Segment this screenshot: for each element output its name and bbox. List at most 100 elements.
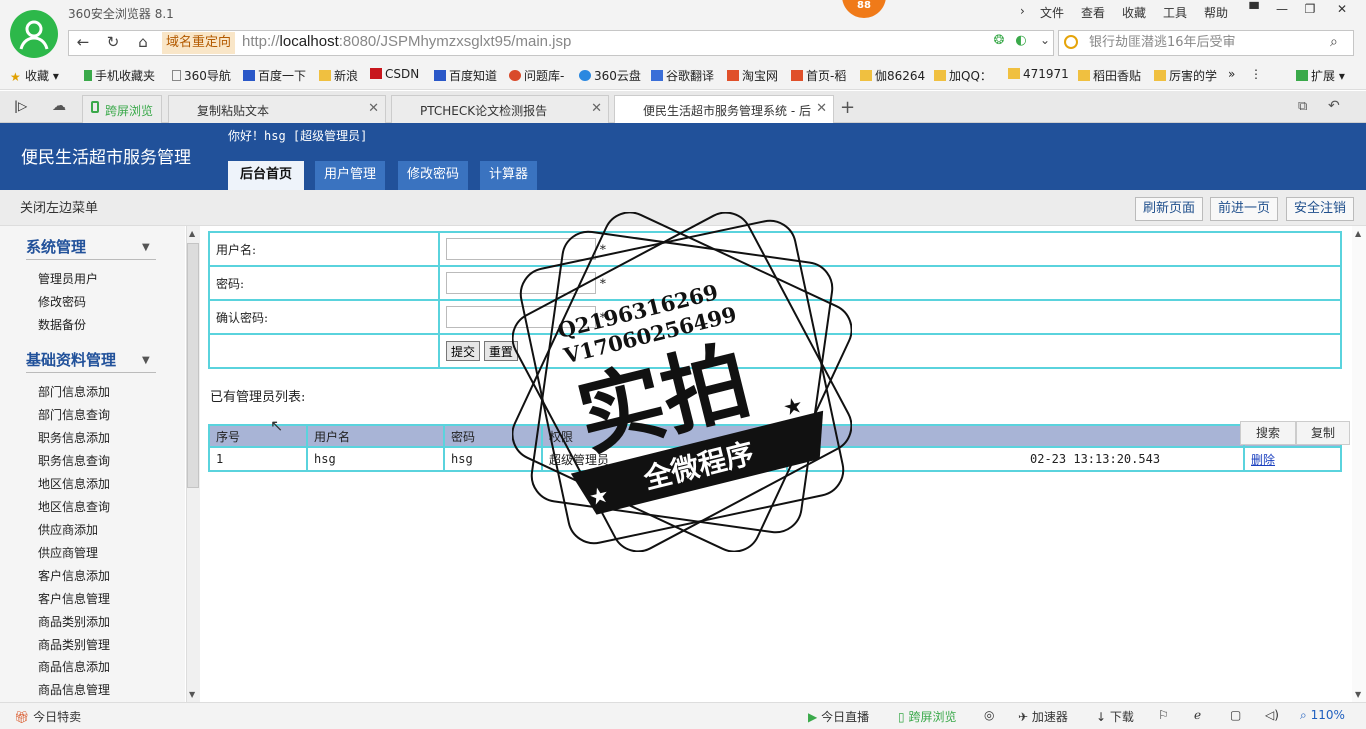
sidebar-item[interactable]: 商品信息管理	[38, 681, 110, 698]
sidebar-item[interactable]: 职务信息查询	[38, 452, 110, 469]
url-text[interactable]: http://localhost:8080/JSPMhymzxsglxt95/m…	[242, 33, 571, 50]
sidebar-item[interactable]: 商品类别添加	[38, 613, 110, 630]
menu-favorites[interactable]: 收藏	[1122, 4, 1146, 21]
close-tab-icon[interactable]: ✕	[368, 101, 379, 116]
bookmark-item[interactable]: 伽86264	[860, 67, 925, 84]
menu-view[interactable]: 查看	[1081, 4, 1105, 21]
nav-tab-calculator[interactable]: 计算器	[480, 161, 537, 190]
close-left-menu-link[interactable]: 关闭左边菜单	[20, 197, 98, 216]
bookmark-item[interactable]: 新浪	[319, 67, 358, 84]
sidebar-item-admin-users[interactable]: 管理员用户	[38, 270, 98, 287]
bookmark-item[interactable]: 首页-稻	[791, 67, 846, 84]
search-input[interactable]: 银行劫匪潜逃16年后受审	[1058, 30, 1354, 56]
submit-button[interactable]: 提交	[446, 341, 481, 361]
sidebar-item[interactable]: 客户信息管理	[38, 590, 110, 607]
sidebar-scrollbar-thumb[interactable]	[187, 243, 199, 488]
sidebar-item[interactable]: 部门信息查询	[38, 406, 110, 423]
sidebar-item[interactable]: 地区信息添加	[38, 475, 110, 492]
maximize-icon[interactable]: ❐	[1298, 2, 1322, 20]
download-button[interactable]: ↓ 下载	[1096, 708, 1134, 725]
sidebar-item[interactable]: 供应商管理	[38, 544, 98, 561]
speaker-icon[interactable]: ◁)	[1265, 708, 1279, 722]
refresh-page-button[interactable]: 刷新页面	[1135, 197, 1204, 221]
bookmark-item[interactable]: 百度知道	[434, 67, 497, 84]
new-tab-icon[interactable]: +	[840, 97, 855, 118]
nav-tab-users[interactable]: 用户管理	[315, 161, 385, 190]
popup-search-button[interactable]: 搜索	[1240, 421, 1296, 445]
bookmark-item[interactable]: 360导航	[172, 67, 231, 84]
sidebar-item-backup[interactable]: 数据备份	[38, 316, 86, 333]
search-engine-icon[interactable]	[1064, 35, 1078, 49]
bookmark-item[interactable]: 问题库-	[509, 67, 564, 84]
refresh-icon[interactable]: ↻	[102, 33, 124, 53]
forward-page-button[interactable]: 前进一页	[1210, 197, 1279, 221]
bookmark-item[interactable]: 谷歌翻译	[651, 67, 714, 84]
menu-file[interactable]: 文件	[1040, 4, 1064, 21]
bookmark-item[interactable]: 稻田香贴	[1078, 67, 1141, 84]
bookmark-favorites[interactable]: ★ 收藏 ▾	[10, 67, 59, 84]
live-button[interactable]: ▶ 今日直播	[808, 708, 869, 725]
close-tab-icon[interactable]: ✕	[591, 101, 602, 116]
logout-button[interactable]: 安全注销	[1286, 197, 1355, 221]
search-icon[interactable]: ⌕	[1330, 34, 1338, 50]
delete-link[interactable]: 删除	[1251, 453, 1275, 467]
bookmark-item[interactable]: 手机收藏夹	[84, 67, 155, 84]
sidebar-item[interactable]: 客户信息添加	[38, 567, 110, 584]
cloud-icon[interactable]: ☁	[52, 98, 66, 114]
home-icon[interactable]: ⌂	[132, 33, 154, 53]
scroll-up-icon[interactable]: ▲	[1355, 229, 1361, 238]
bookmark-item[interactable]: CSDN	[370, 67, 419, 81]
more-bookmarks-icon[interactable]: »	[1228, 67, 1235, 81]
daily-deals[interactable]: 🎁︎ 今日特卖	[14, 708, 81, 725]
bookmark-item[interactable]: 淘宝网	[727, 67, 778, 84]
scroll-down-icon[interactable]: ▼	[189, 690, 195, 699]
sidebar-item[interactable]: 部门信息添加	[38, 383, 110, 400]
bookmark-item[interactable]: 加QQ：	[934, 67, 992, 84]
flag-icon[interactable]: ⚐	[1158, 708, 1169, 722]
scroll-down-icon[interactable]: ▼	[1355, 690, 1361, 699]
sidebar-item[interactable]: 供应商添加	[38, 521, 98, 538]
window-icon[interactable]: ▢	[1230, 708, 1241, 722]
chevron-icon[interactable]: ›	[1020, 4, 1025, 18]
tab-ptcheck[interactable]: PTCHECK论文检测报告 ✕	[391, 95, 609, 123]
content-scrollbar[interactable]	[1352, 226, 1366, 702]
zoom-control[interactable]: ⌕ 110%	[1300, 708, 1345, 723]
speed-icon[interactable]: ◐	[1010, 33, 1032, 53]
undo-close-icon[interactable]: ↶	[1328, 98, 1340, 114]
sidebar-item[interactable]: 地区信息查询	[38, 498, 110, 515]
sidebar-item[interactable]: 商品信息添加	[38, 658, 110, 675]
sidebar-group-system[interactable]: 系统管理	[26, 236, 86, 257]
close-tab-icon[interactable]: ✕	[816, 101, 827, 116]
shield-icon[interactable]: ◎	[984, 708, 994, 722]
sidebar-item[interactable]: 商品类别管理	[38, 636, 110, 653]
dropdown-icon[interactable]: ⌄	[1034, 33, 1056, 53]
menu-help[interactable]: 帮助	[1204, 4, 1228, 21]
bookmark-item[interactable]: 厉害的学	[1154, 67, 1217, 84]
sidebar-toggle-icon[interactable]: |▷	[14, 99, 27, 113]
sidebar-item-change-password[interactable]: 修改密码	[38, 293, 86, 310]
skin-icon[interactable]: ▀	[1242, 2, 1266, 20]
chevron-down-icon[interactable]: ▼	[142, 242, 150, 253]
back-icon[interactable]: ←	[72, 33, 94, 53]
menu-tools[interactable]: 工具	[1163, 4, 1187, 21]
nav-tab-password[interactable]: 修改密码	[398, 161, 468, 190]
minimize-icon[interactable]: —	[1270, 2, 1294, 20]
cross-screen-button[interactable]: ▯ 跨屏浏览	[898, 708, 956, 725]
tab-copy-paste[interactable]: 复制粘贴文本 ✕	[168, 95, 386, 123]
popup-copy-button[interactable]: 复制	[1296, 421, 1350, 445]
secure-icon[interactable]: ❂	[988, 33, 1010, 53]
bookmark-item[interactable]: 百度一下	[243, 67, 306, 84]
sidebar-group-basic-data[interactable]: 基础资料管理	[26, 349, 116, 370]
scroll-up-icon[interactable]: ▲	[189, 229, 195, 238]
close-icon[interactable]: ✕	[1330, 2, 1354, 20]
tab-current[interactable]: 便民生活超市服务管理系统 - 后 ✕	[614, 95, 834, 124]
nav-tab-home[interactable]: 后台首页	[228, 161, 304, 190]
ie-icon[interactable]: ℯ	[1194, 708, 1201, 722]
more-menu-icon[interactable]: ⋮	[1250, 67, 1262, 81]
extension-button[interactable]: 扩展 ▾	[1296, 67, 1345, 84]
accelerator-button[interactable]: ✈ 加速器	[1018, 708, 1068, 725]
bookmark-item[interactable]: 471971	[1008, 67, 1069, 81]
chevron-down-icon[interactable]: ▼	[142, 355, 150, 366]
tab-list-icon[interactable]: ⧉	[1298, 99, 1307, 114]
sidebar-item[interactable]: 职务信息添加	[38, 429, 110, 446]
